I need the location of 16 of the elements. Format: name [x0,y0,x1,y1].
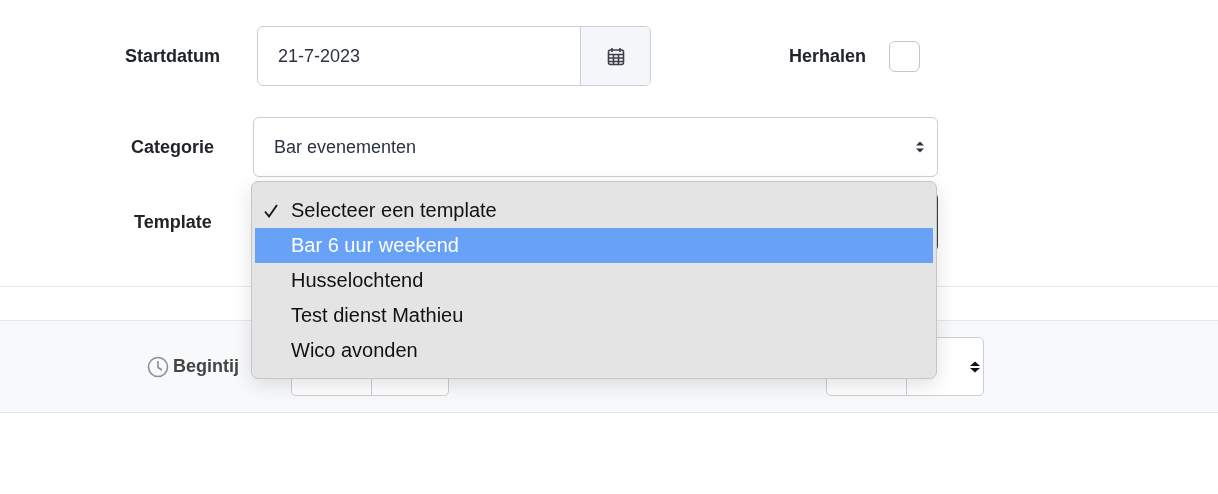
category-select[interactable]: Bar evenementen [253,117,938,177]
checkbox[interactable] [889,40,920,72]
select-arrows-icon [915,140,925,154]
field-label: Template [134,211,213,233]
select-arrows-icon [969,359,981,374]
menu-option[interactable]: Selecteer een template [255,193,933,228]
date-field[interactable]: 21-7-2023 [257,26,651,86]
menu-option[interactable]: Wico avonden [255,333,933,368]
field-label: Startdatum [125,45,221,67]
clock-icon [147,355,169,378]
field-label: Herhalen [789,45,868,67]
field-label: Categorie [131,136,216,158]
field-label: Begintij [173,356,239,377]
calendar-icon [606,46,625,66]
menu-option[interactable]: Test dienst Mathieu [255,298,933,333]
menu-option[interactable]: Husselochtend [255,263,933,298]
